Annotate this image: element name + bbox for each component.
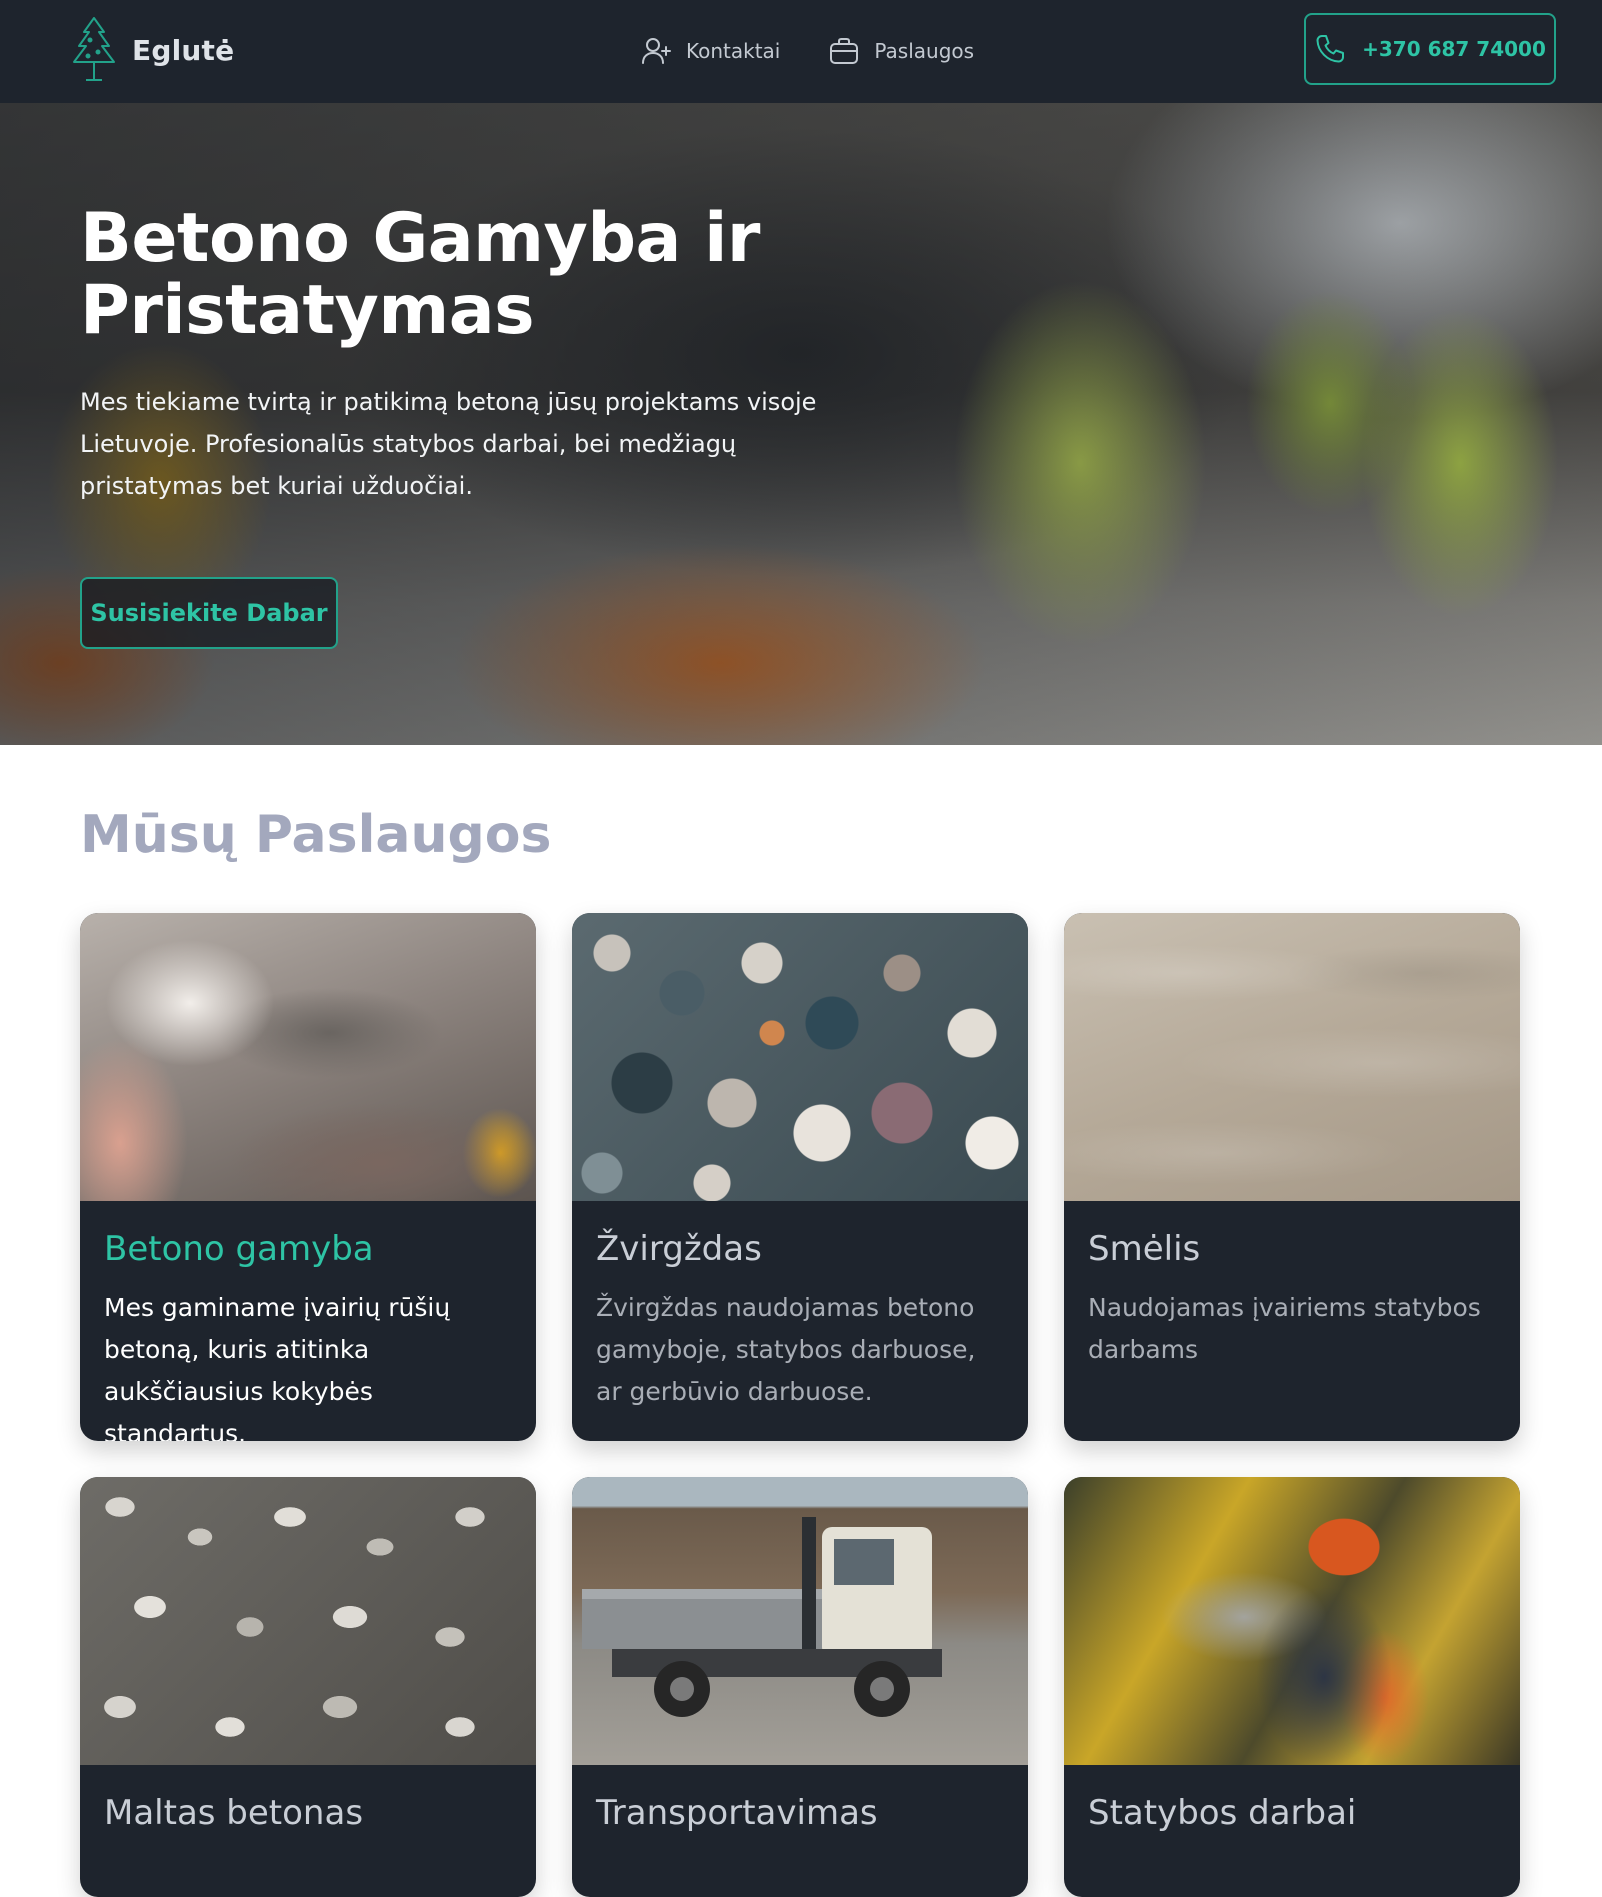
brand-name: Eglutė <box>132 33 235 67</box>
phone-number: +370 687 74000 <box>1362 37 1546 61</box>
service-card-description: Mes gaminame įvairių rūšių betoną, kuris… <box>104 1293 451 1441</box>
truck-illustration <box>582 1517 942 1717</box>
service-card-transportavimas[interactable]: Transportavimas <box>572 1477 1028 1897</box>
nav-link-label: Paslaugos <box>874 39 975 63</box>
service-card-maltas-betonas[interactable]: Maltas betonas <box>80 1477 536 1897</box>
tree-logo-icon <box>73 17 115 81</box>
service-card-title: Smėlis <box>1088 1229 1201 1269</box>
main-nav: Kontaktai Paslaugos <box>640 28 1022 74</box>
contact-now-button[interactable]: Susisiekite Dabar <box>80 577 338 649</box>
service-card-description: Naudojamas įvairiems statybos darbams <box>1088 1293 1481 1364</box>
crushed-concrete-image <box>80 1477 536 1765</box>
services-title: Mūsų Paslaugos <box>80 805 552 865</box>
truck-image <box>572 1477 1028 1765</box>
site-header: Eglutė Kontaktai Paslaugos +370 687 7400… <box>0 0 1602 103</box>
service-card-title: Betono gamyba <box>104 1229 374 1269</box>
user-plus-icon <box>642 38 671 64</box>
hero-title: Betono Gamyba ir Pristatymas <box>80 199 760 350</box>
gravel-image <box>572 913 1028 1201</box>
service-card-title: Transportavimas <box>596 1793 878 1833</box>
service-card-betono-gamyba[interactable]: Betono gamyba Mes gaminame įvairių rūšių… <box>80 913 536 1441</box>
service-card-smelis[interactable]: Smėlis Naudojamas įvairiems statybos dar… <box>1064 913 1520 1441</box>
hero-section: Betono Gamyba ir Pristatymas Mes tiekiam… <box>0 103 1602 745</box>
brand-logo-link[interactable]: Eglutė <box>68 14 234 86</box>
service-card-title: Žvirgždas <box>596 1229 762 1269</box>
nav-link-kontaktai[interactable]: Kontaktai <box>640 35 780 67</box>
service-card-title: Statybos darbai <box>1088 1793 1357 1833</box>
sand-image <box>1064 913 1520 1201</box>
hero-description: Mes tiekiame tvirtą ir patikimą betoną j… <box>80 388 817 500</box>
nav-link-paslaugos[interactable]: Paslaugos <box>828 35 974 67</box>
construction-worker-image <box>1064 1477 1520 1765</box>
concrete-mixing-image <box>80 913 536 1201</box>
service-card-statybos-darbai[interactable]: Statybos darbai <box>1064 1477 1520 1897</box>
phone-icon <box>1316 35 1345 63</box>
service-card-zvirgzdas[interactable]: Žvirgždas Žvirgždas naudojamas betono ga… <box>572 913 1028 1441</box>
service-card-title: Maltas betonas <box>104 1793 364 1833</box>
service-card-description: Žvirgždas naudojamas betono gamyboje, st… <box>596 1293 976 1406</box>
nav-link-label: Kontaktai <box>686 39 781 63</box>
briefcase-icon <box>830 38 859 64</box>
phone-button[interactable]: +370 687 74000 <box>1304 13 1556 85</box>
